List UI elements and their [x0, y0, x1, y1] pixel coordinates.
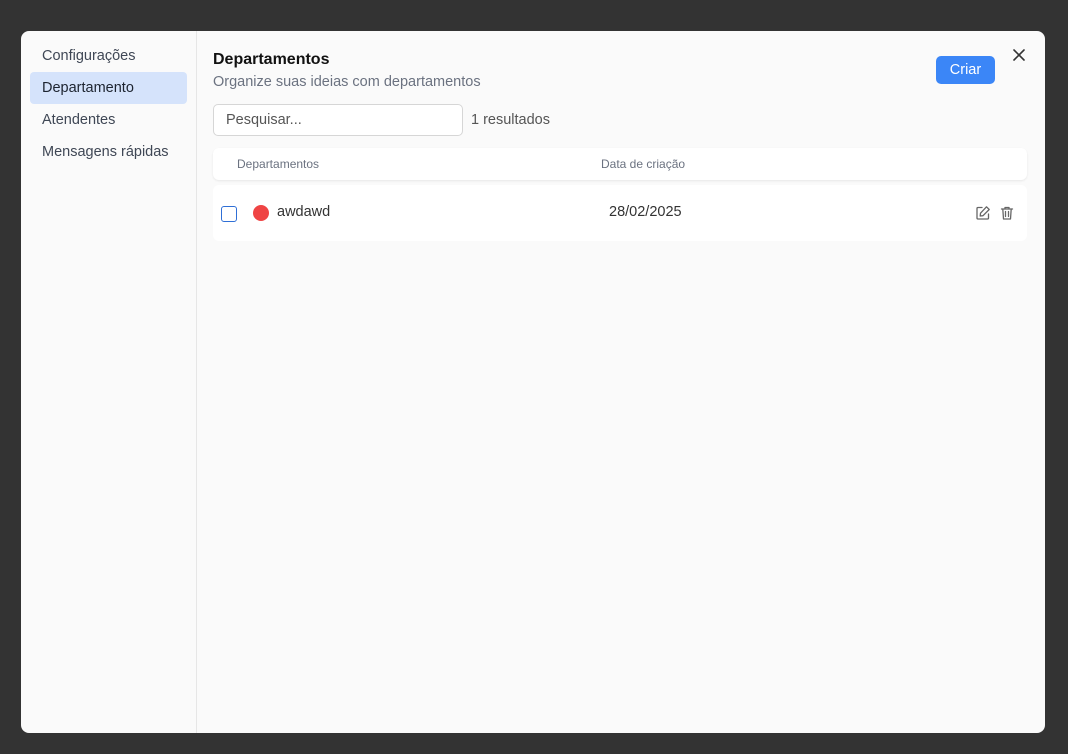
trash-icon — [1000, 206, 1014, 220]
table-header: Departamentos Data de criação — [213, 148, 1027, 180]
edit-button[interactable] — [974, 204, 992, 222]
page-subtitle: Organize suas ideias com departamentos — [213, 74, 481, 90]
sidebar-item-mensagens-rapidas[interactable]: Mensagens rápidas — [30, 136, 187, 168]
close-button[interactable] — [1009, 45, 1029, 65]
row-checkbox[interactable] — [221, 206, 237, 222]
department-color-dot — [253, 205, 269, 221]
sidebar-item-atendentes[interactable]: Atendentes — [30, 104, 187, 136]
departments-modal: Configurações Departamento Atendentes Me… — [21, 31, 1045, 733]
sidebar-item-departamento[interactable]: Departamento — [30, 72, 187, 104]
settings-sidebar: Configurações Departamento Atendentes Me… — [21, 31, 197, 733]
search-input[interactable] — [213, 104, 463, 136]
table-row: awdawd 28/02/2025 — [213, 185, 1027, 241]
page-title: Departamentos — [213, 51, 330, 68]
delete-button[interactable] — [998, 204, 1016, 222]
column-header-data-criacao: Data de criação — [601, 157, 686, 171]
column-header-departamentos: Departamentos — [237, 157, 320, 171]
department-date: 28/02/2025 — [609, 204, 682, 220]
create-button[interactable]: Criar — [936, 56, 995, 84]
sidebar-item-configuracoes[interactable]: Configurações — [30, 40, 187, 72]
edit-icon — [976, 206, 990, 220]
close-icon — [1013, 49, 1025, 61]
results-count: 1 resultados — [471, 112, 550, 128]
main-panel: Departamentos Organize suas ideias com d… — [197, 31, 1045, 733]
department-name: awdawd — [277, 204, 331, 220]
